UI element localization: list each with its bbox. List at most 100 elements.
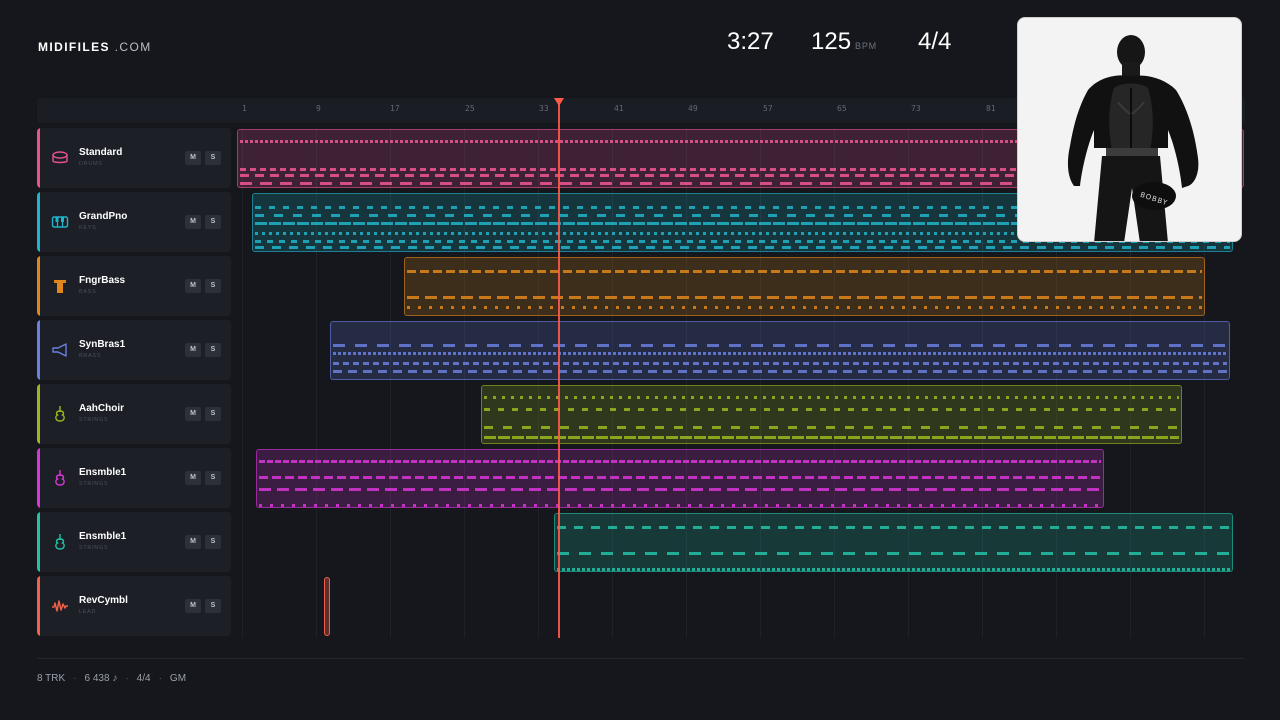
track-header-ensmble1-a[interactable]: Ensmble1 STRINGS M S (37, 448, 231, 508)
track-name: Standard (79, 147, 123, 158)
note-row (407, 270, 1202, 273)
note-count: 6 438 ♪ (84, 673, 118, 684)
track-category: STRINGS (79, 545, 109, 551)
brand-logo[interactable]: MIDIFILES .COM (38, 40, 152, 54)
track-header-ensmble1-b[interactable]: Ensmble1 STRINGS M S (37, 512, 231, 572)
ruler-tick: 9 (316, 104, 321, 113)
violin-icon (55, 470, 65, 486)
mute-button[interactable]: M (185, 279, 201, 293)
track-clip[interactable] (330, 321, 1230, 380)
ruler-tick: 41 (614, 104, 624, 113)
track-clip[interactable] (554, 513, 1233, 572)
waveform-icon (52, 600, 68, 612)
violin-icon (55, 406, 65, 422)
mute-button[interactable]: M (185, 343, 201, 357)
footer-time-signature: 4/4 (136, 673, 151, 684)
mute-button[interactable]: M (185, 215, 201, 229)
track-count: 8 TRK (37, 673, 66, 684)
drum-icon (52, 151, 68, 164)
track-name: Ensmble1 (79, 531, 127, 542)
ruler-tick: 73 (911, 104, 921, 113)
track-clip[interactable] (481, 385, 1182, 444)
track-category: BASS (79, 289, 97, 295)
playhead[interactable] (558, 104, 560, 638)
track-color-bar (37, 448, 40, 508)
mute-button[interactable]: M (185, 535, 201, 549)
note-row (557, 552, 1230, 555)
track-header-grandpno[interactable]: GrandPno KEYS M S (37, 192, 231, 252)
track-category: KEYS (79, 225, 97, 231)
note-row (333, 344, 1227, 347)
track-color-bar (37, 576, 40, 636)
mute-button[interactable]: M (185, 407, 201, 421)
bar-gridline (242, 128, 243, 638)
note-row (407, 296, 1202, 299)
duration-value: 3:27 (727, 28, 774, 55)
solo-button[interactable]: S (205, 535, 221, 549)
album-cover-image: BOBBY (1018, 18, 1241, 241)
note-row (259, 488, 1101, 491)
time-signature-display: 4/4 (918, 28, 951, 56)
track-header-revcymbl[interactable]: RevCymbl LEAD M S (37, 576, 231, 636)
note-row (255, 246, 1230, 249)
track-clip[interactable] (404, 257, 1205, 316)
brand-domain: .COM (114, 40, 152, 54)
ruler-tick: 25 (465, 104, 475, 113)
mute-button[interactable]: M (185, 599, 201, 613)
track-color-bar (37, 320, 40, 380)
mute-button[interactable]: M (185, 471, 201, 485)
note-row (484, 408, 1179, 411)
piano-icon (51, 216, 69, 228)
solo-button[interactable]: S (205, 151, 221, 165)
note-row (333, 362, 1227, 365)
bass-icon (54, 280, 66, 293)
footer-summary: 8 TRK · 6 438 ♪ · 4/4 · GM (37, 673, 187, 684)
solo-button[interactable]: S (205, 279, 221, 293)
tempo-unit: BPM (855, 41, 877, 51)
track-name: GrandPno (79, 211, 128, 222)
album-cover: BOBBY (1017, 17, 1242, 242)
note-row (333, 370, 1227, 373)
ruler-tick: 1 (242, 104, 247, 113)
track-name: Ensmble1 (79, 467, 127, 478)
track-name: FngrBass (79, 275, 126, 286)
track-color-bar (37, 256, 40, 316)
track-name: RevCymbl (79, 595, 128, 606)
solo-button[interactable]: S (205, 215, 221, 229)
track-clip[interactable] (256, 449, 1104, 508)
note-row (259, 504, 1101, 507)
note-row (557, 526, 1230, 529)
duration-display: 3:27 (727, 28, 774, 56)
note-row (333, 352, 1227, 355)
note-row (557, 568, 1230, 571)
track-header-aahchoir[interactable]: AahChoir STRINGS M S (37, 384, 231, 444)
ruler-tick: 49 (688, 104, 698, 113)
track-header-synbras1[interactable]: SynBras1 BRASS M S (37, 320, 231, 380)
time-signature-value: 4/4 (918, 28, 952, 55)
brand-name: MIDIFILES (38, 40, 110, 54)
mute-button[interactable]: M (185, 151, 201, 165)
track-color-bar (37, 192, 40, 252)
track-color-bar (37, 384, 40, 444)
footer-divider (37, 658, 1245, 659)
solo-button[interactable]: S (205, 599, 221, 613)
ruler-tick: 81 (986, 104, 996, 113)
track-category: DRUMS (79, 161, 103, 167)
track-header-standard[interactable]: Standard DRUMS M S (37, 128, 231, 188)
solo-button[interactable]: S (205, 471, 221, 485)
tempo-display: 125 BPM (811, 28, 877, 56)
track-category: LEAD (79, 609, 97, 615)
solo-button[interactable]: S (205, 407, 221, 421)
track-header-fngrbass[interactable]: FngrBass BASS M S (37, 256, 231, 316)
track-clip[interactable] (324, 577, 330, 636)
track-category: STRINGS (79, 417, 109, 423)
track-name: AahChoir (79, 403, 124, 414)
ruler-tick: 17 (390, 104, 400, 113)
note-row (484, 396, 1179, 399)
note-row (259, 460, 1101, 463)
ruler-tick: 57 (763, 104, 773, 113)
midi-standard: GM (169, 673, 187, 684)
solo-button[interactable]: S (205, 343, 221, 357)
ruler-tick: 33 (539, 104, 549, 113)
track-color-bar (37, 128, 40, 188)
